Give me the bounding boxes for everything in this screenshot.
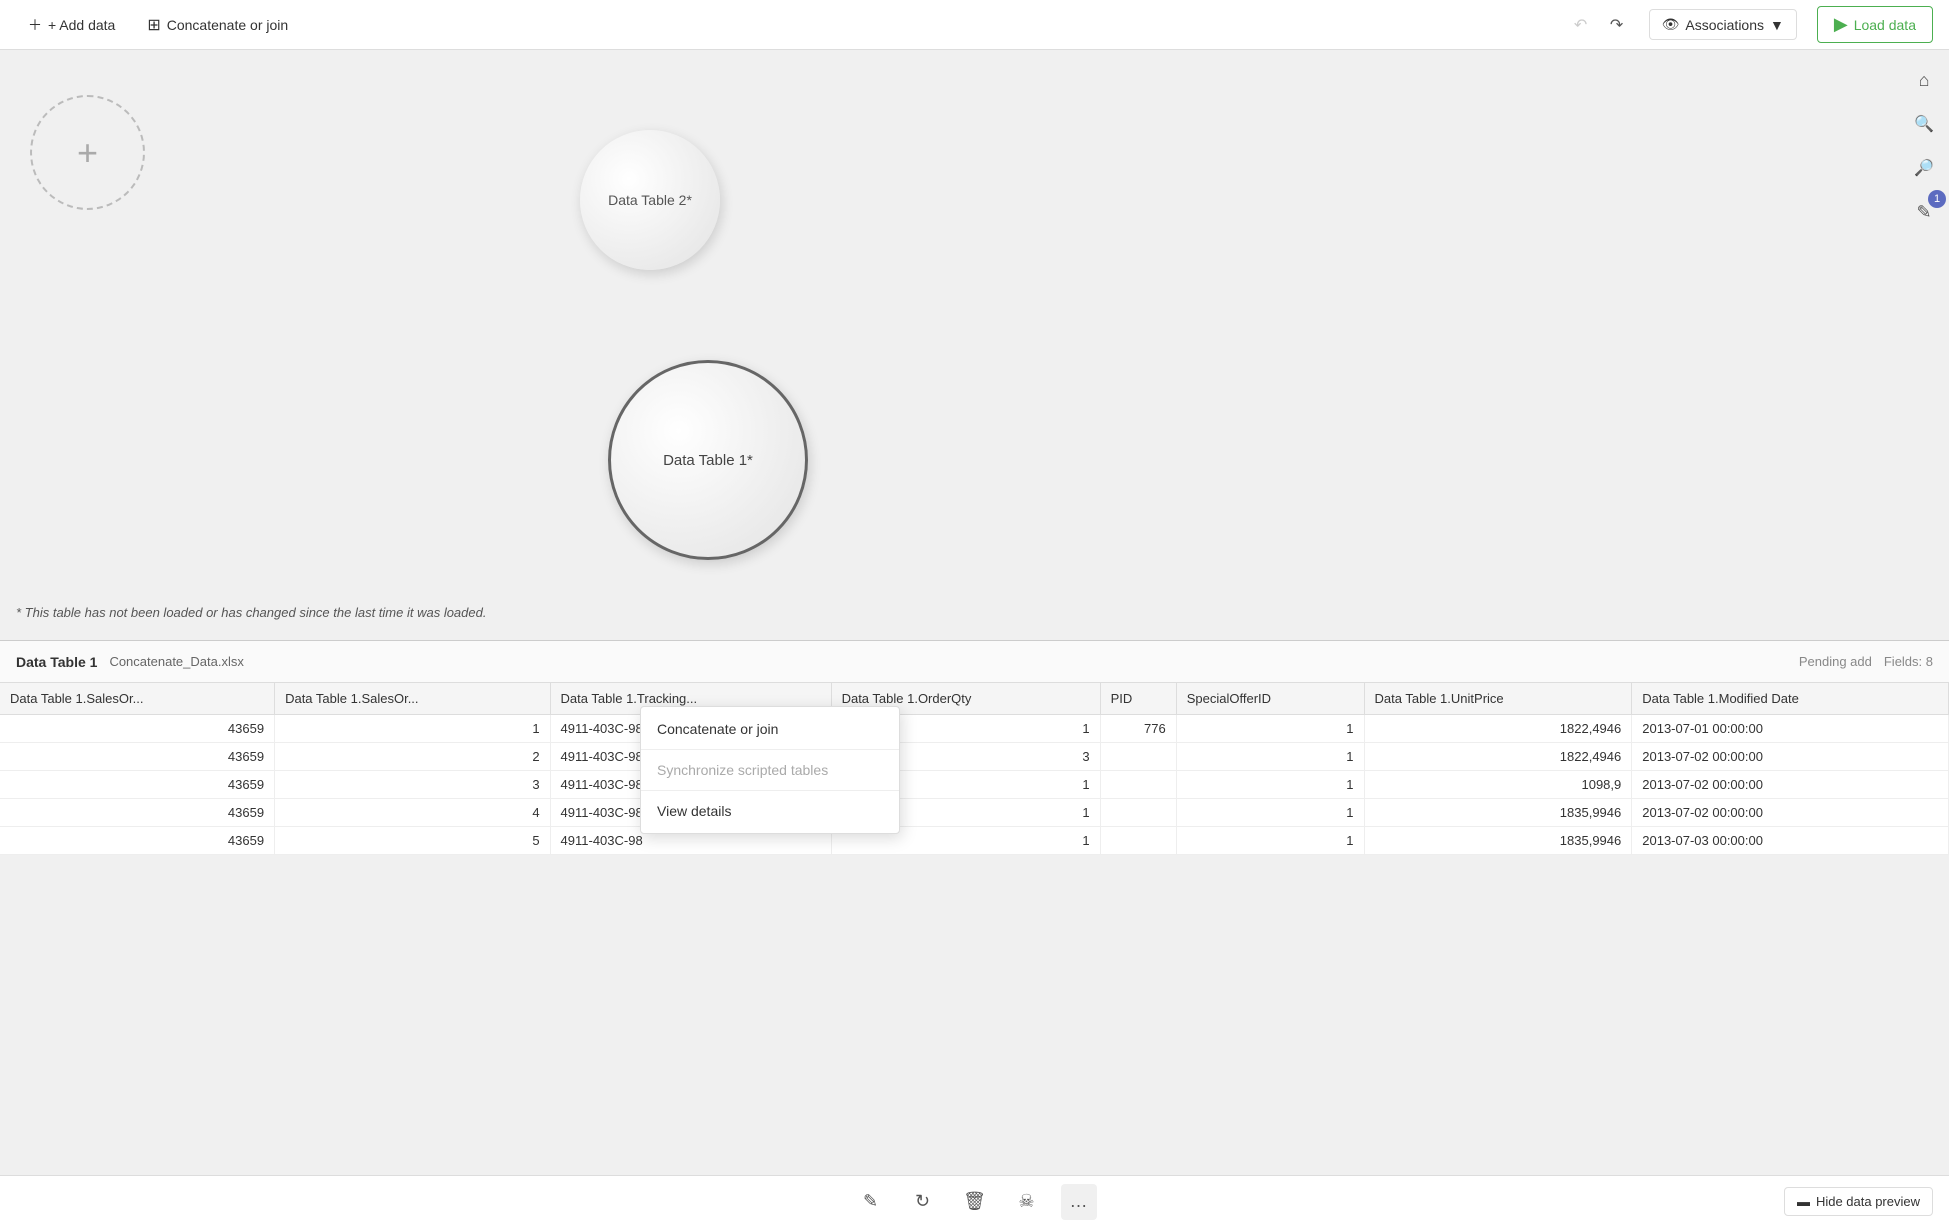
associations-label: Associations: [1685, 17, 1764, 33]
load-data-button[interactable]: ▶ Load data: [1817, 6, 1933, 43]
hide-preview-button[interactable]: ▬ Hide data preview: [1784, 1187, 1933, 1216]
table-cell: 1: [1176, 771, 1364, 799]
data-section-header: Data Table 1 Concatenate_Data.xlsx Pendi…: [0, 641, 1949, 683]
table-header-cell: SpecialOfferID: [1176, 683, 1364, 715]
zoom-out-icon[interactable]: 🔍: [1906, 106, 1942, 142]
associations-button[interactable]: 👁 Associations ▼: [1649, 9, 1797, 40]
table-cell: 4: [275, 799, 550, 827]
data-table-1-node[interactable]: Data Table 1*: [608, 360, 808, 560]
context-menu-synchronize: Synchronize scripted tables: [641, 752, 899, 788]
table-cell: 43659: [0, 799, 275, 827]
table-header-cell: Data Table 1.UnitPrice: [1364, 683, 1632, 715]
table-cell: 1: [1176, 743, 1364, 771]
pencil-icon[interactable]: 1 ✎: [1906, 194, 1942, 230]
play-circle-icon: ▶: [1834, 14, 1848, 35]
eye-icon: 👁: [1662, 16, 1680, 33]
data-table-2-label: Data Table 2*: [608, 192, 692, 208]
concatenate-icon: ⊞: [147, 15, 160, 35]
table-icon: ▬: [1797, 1194, 1810, 1209]
chevron-down-icon: ▼: [1770, 17, 1784, 33]
pending-add-label: Pending add: [1799, 654, 1872, 669]
context-menu-concatenate[interactable]: Concatenate or join: [641, 711, 899, 747]
table-header-cell: Data Table 1.SalesOr...: [0, 683, 275, 715]
data-table-1-label: Data Table 1*: [663, 452, 753, 469]
table-cell: 3: [275, 771, 550, 799]
canvas-area: + Data Table 2* Data Table 1* * This tab…: [0, 50, 1949, 640]
table-row[interactable]: 4365944911-403C-98111835,99462013-07-02 …: [0, 799, 1949, 827]
table-cell: 2013-07-02 00:00:00: [1632, 771, 1949, 799]
data-section-table-name: Data Table 1: [16, 654, 97, 670]
context-menu-view-details[interactable]: View details: [641, 793, 899, 829]
filter-button[interactable]: ☠: [1009, 1184, 1045, 1220]
table-cell: 5: [275, 827, 550, 855]
table-cell: 1: [1176, 799, 1364, 827]
table-cell: 1822,4946: [1364, 743, 1632, 771]
table-cell: 1098,9: [1364, 771, 1632, 799]
table-header-row: Data Table 1.SalesOr...Data Table 1.Sale…: [0, 683, 1949, 715]
table-cell: 43659: [0, 715, 275, 743]
table-cell: 43659: [0, 743, 275, 771]
redo-button[interactable]: ↷: [1601, 9, 1633, 41]
table-cell: 776: [1100, 715, 1176, 743]
top-toolbar: ＋ + Add data ⊞ Concatenate or join ↶ ↷ 👁…: [0, 0, 1949, 50]
table-cell: 43659: [0, 827, 275, 855]
table-cell: 43659: [0, 771, 275, 799]
data-grid: Data Table 1.SalesOr...Data Table 1.Sale…: [0, 683, 1949, 855]
data-table: Data Table 1.SalesOr...Data Table 1.Sale…: [0, 683, 1949, 855]
concatenate-button[interactable]: ⊞ Concatenate or join: [135, 9, 300, 41]
table-cell: 2: [275, 743, 550, 771]
table-cell: 1822,4946: [1364, 715, 1632, 743]
table-cell: 2013-07-01 00:00:00: [1632, 715, 1949, 743]
context-menu-divider-1: [641, 749, 899, 750]
table-row[interactable]: 4365914911-403C-98177611822,49462013-07-…: [0, 715, 1949, 743]
table-cell: 2013-07-02 00:00:00: [1632, 799, 1949, 827]
context-menu-divider-2: [641, 790, 899, 791]
plus-icon: ＋: [28, 15, 42, 35]
table-cell: [1100, 771, 1176, 799]
more-options-button[interactable]: …: [1061, 1184, 1097, 1220]
edit-bottom-button[interactable]: ✎: [853, 1184, 889, 1220]
zoom-in-icon[interactable]: 🔎: [1906, 150, 1942, 186]
load-data-label: Load data: [1854, 17, 1916, 33]
table-cell: 2013-07-02 00:00:00: [1632, 743, 1949, 771]
data-section-file-name: Concatenate_Data.xlsx: [109, 654, 243, 669]
undo-redo-group: ↶ ↷: [1565, 9, 1633, 41]
undo-button[interactable]: ↶: [1565, 9, 1597, 41]
table-row[interactable]: 4365954911-403C-98111835,99462013-07-03 …: [0, 827, 1949, 855]
refresh-button[interactable]: ↻: [905, 1184, 941, 1220]
add-data-circle[interactable]: +: [30, 95, 145, 210]
add-data-label: + Add data: [48, 17, 115, 33]
table-row[interactable]: 4365924911-403C-98311822,49462013-07-02 …: [0, 743, 1949, 771]
add-circle-icon: +: [77, 132, 98, 174]
context-menu: Concatenate or join Synchronize scripted…: [640, 706, 900, 834]
badge-count: 1: [1928, 190, 1946, 208]
table-cell: [1100, 743, 1176, 771]
table-row[interactable]: 4365934911-403C-98111098,92013-07-02 00:…: [0, 771, 1949, 799]
table-cell: 1: [1176, 827, 1364, 855]
bottom-toolbar: ✎ ↻ 🗑 ☠ … ▬ Hide data preview: [0, 1175, 1949, 1227]
canvas-note: * This table has not been loaded or has …: [16, 605, 486, 620]
fields-count-label: Fields: 8: [1884, 654, 1933, 669]
delete-button[interactable]: 🗑: [957, 1184, 993, 1220]
add-data-button[interactable]: ＋ + Add data: [16, 9, 127, 41]
right-sidebar: ⌂ 🔍 🔎 1 ✎: [1899, 50, 1949, 640]
table-header-cell: Data Table 1.Modified Date: [1632, 683, 1949, 715]
table-header-cell: Data Table 1.SalesOr...: [275, 683, 550, 715]
hide-preview-label: Hide data preview: [1816, 1194, 1920, 1209]
home-icon[interactable]: ⌂: [1906, 62, 1942, 98]
table-cell: 2013-07-03 00:00:00: [1632, 827, 1949, 855]
table-cell: 1: [275, 715, 550, 743]
data-section: Data Table 1 Concatenate_Data.xlsx Pendi…: [0, 640, 1949, 855]
table-cell: 1835,9946: [1364, 799, 1632, 827]
table-cell: 1835,9946: [1364, 827, 1632, 855]
concatenate-label: Concatenate or join: [167, 17, 288, 33]
table-cell: [1100, 799, 1176, 827]
table-cell: [1100, 827, 1176, 855]
table-cell: 1: [1176, 715, 1364, 743]
data-table-2-node[interactable]: Data Table 2*: [580, 130, 720, 270]
table-header-cell: PID: [1100, 683, 1176, 715]
